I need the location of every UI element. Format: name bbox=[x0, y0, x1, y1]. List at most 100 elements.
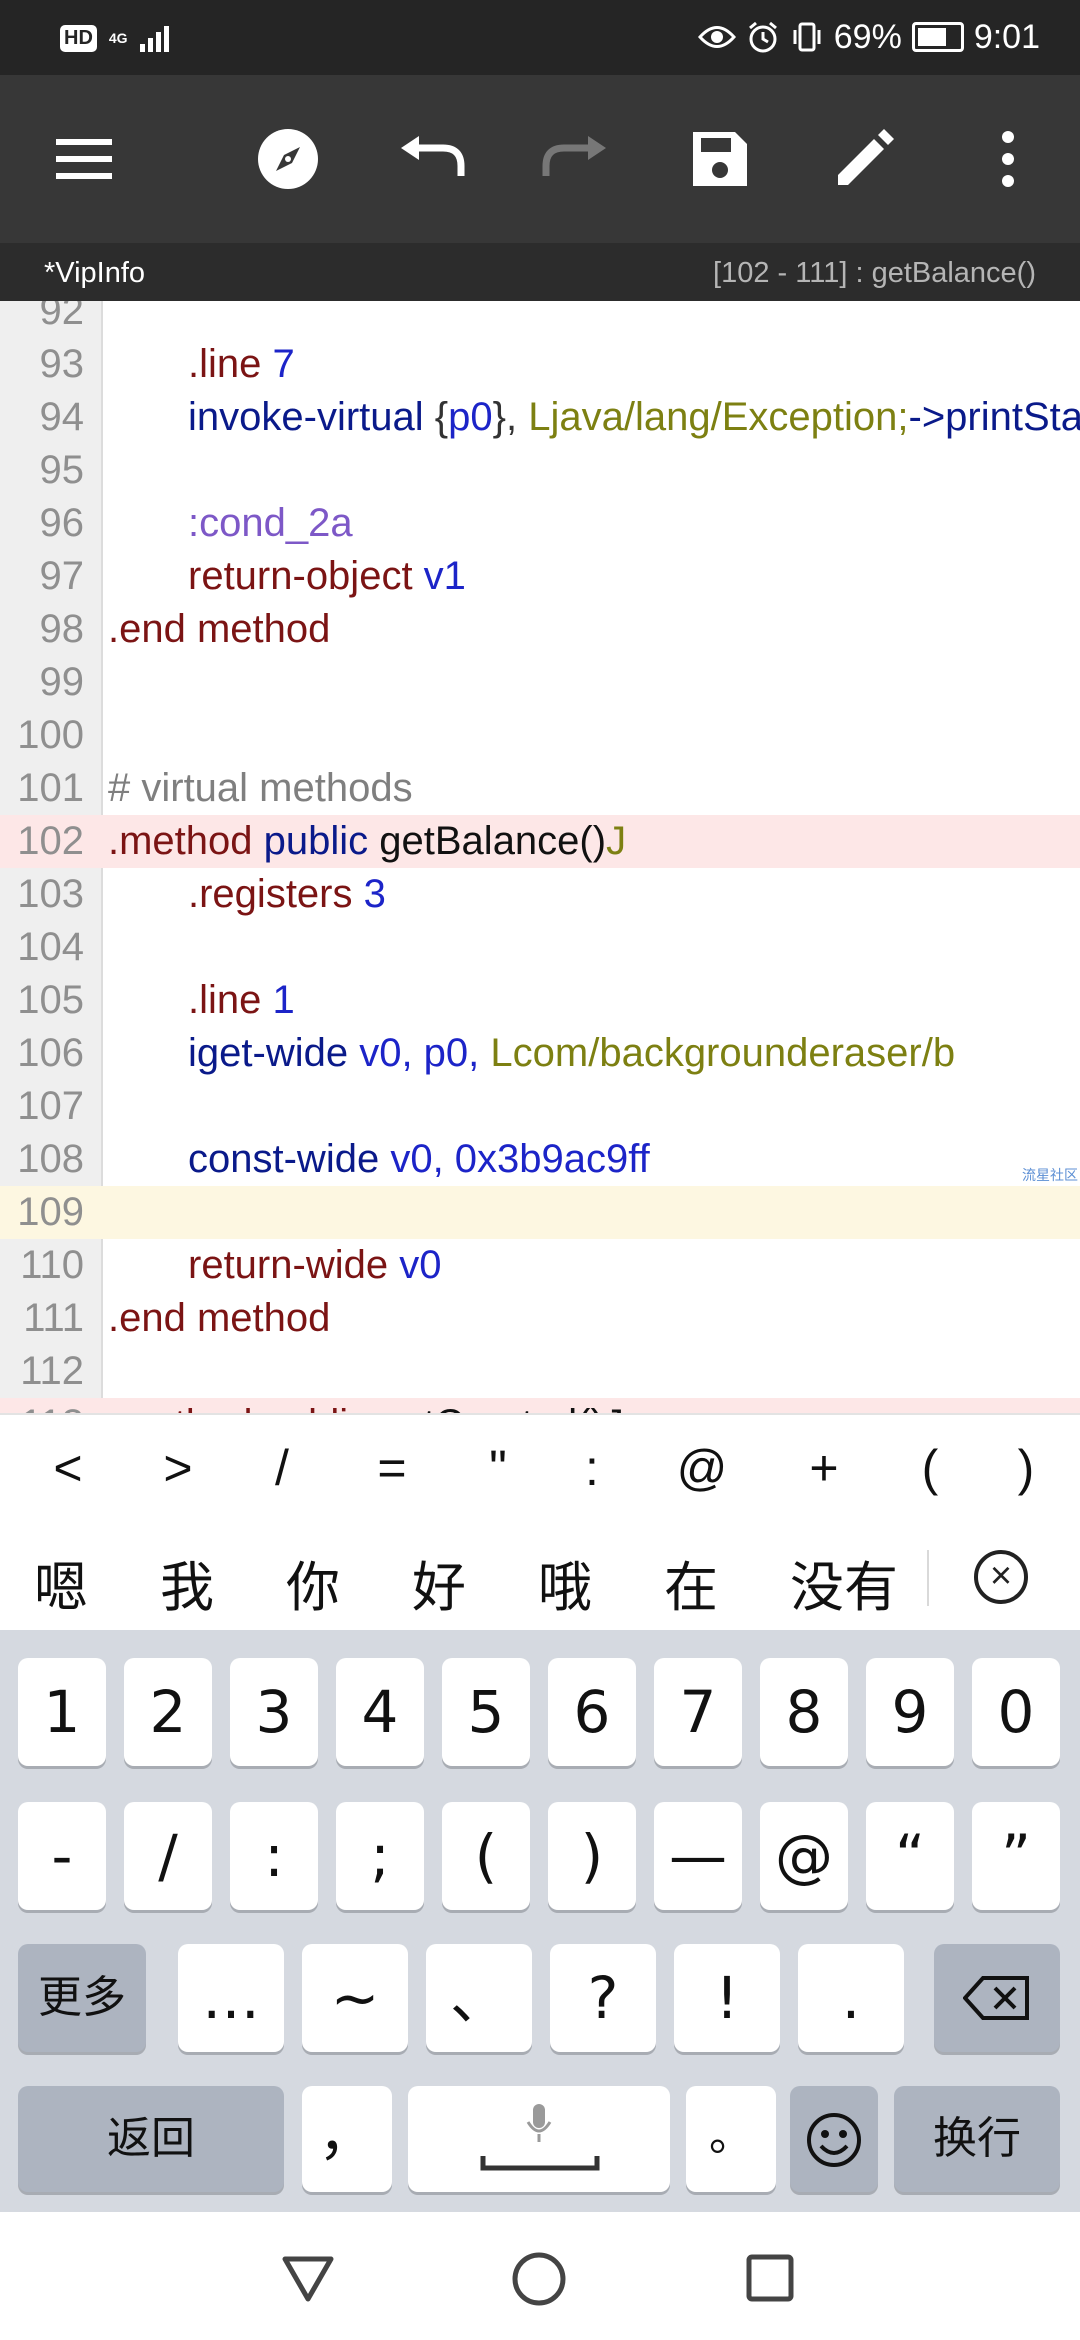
code-editor[interactable]: 92 93 .line 7 94 invoke-virtual {p0}, Ljava/… bbox=[0, 301, 1080, 1413]
candidate-word[interactable]: 哦 bbox=[538, 1543, 592, 1622]
enter-key[interactable]: 换行 bbox=[894, 2086, 1060, 2192]
code-line[interactable]: 95 bbox=[0, 444, 1080, 497]
symbol-key[interactable]: @ bbox=[662, 1439, 742, 1497]
key[interactable]: 3 bbox=[230, 1658, 318, 1766]
more-vert-icon[interactable] bbox=[970, 121, 1046, 197]
candidate-word[interactable]: 嗯 bbox=[34, 1543, 88, 1622]
code-line[interactable]: 105 .line 1 bbox=[0, 974, 1080, 1027]
code-line[interactable]: 104 bbox=[0, 921, 1080, 974]
code-line[interactable]: 98 .end method bbox=[0, 603, 1080, 656]
home-nav-icon[interactable] bbox=[512, 2252, 566, 2306]
line-number: 101 bbox=[17, 766, 84, 810]
candidate-word[interactable]: 好 bbox=[412, 1543, 466, 1622]
redo-icon[interactable] bbox=[537, 121, 613, 197]
key[interactable]: ” bbox=[972, 1802, 1060, 1910]
code-line[interactable]: 113 .method public getCreated()J bbox=[0, 1398, 1080, 1413]
line-number: 110 bbox=[20, 1243, 84, 1287]
symbol-key[interactable]: > bbox=[138, 1439, 218, 1497]
key[interactable]: : bbox=[230, 1802, 318, 1910]
menu-icon[interactable] bbox=[46, 121, 122, 197]
code-line[interactable]: 109 bbox=[0, 1186, 1080, 1239]
comma-key[interactable]: ， bbox=[302, 2086, 392, 2192]
symbol-key[interactable]: / bbox=[242, 1439, 322, 1497]
key[interactable]: ) bbox=[548, 1802, 636, 1910]
line-number: 113 bbox=[0, 1398, 84, 1413]
key[interactable]: ; bbox=[336, 1802, 424, 1910]
pencil-icon[interactable] bbox=[826, 121, 902, 197]
code-token: 1 bbox=[261, 978, 295, 1022]
code-token: ->printStackTrace()V bbox=[908, 395, 1080, 439]
recents-nav-icon[interactable] bbox=[746, 2254, 794, 2302]
symbol-key[interactable]: < bbox=[28, 1439, 108, 1497]
symbol-key[interactable]: " bbox=[458, 1439, 538, 1497]
candidate-word[interactable]: 在 bbox=[664, 1543, 718, 1622]
code-line[interactable]: 101 # virtual methods bbox=[0, 762, 1080, 815]
key[interactable]: 1 bbox=[18, 1658, 106, 1766]
code-line[interactable]: 103 .registers 3 bbox=[0, 868, 1080, 921]
code-line[interactable]: 93 .line 7 bbox=[0, 338, 1080, 391]
key[interactable]: “ bbox=[866, 1802, 954, 1910]
code-line[interactable]: 96:cond_2a bbox=[0, 497, 1080, 550]
key[interactable]: . bbox=[798, 1944, 904, 2052]
key[interactable]: 、 bbox=[426, 1944, 532, 2052]
code-line[interactable]: 110 return-wide v0 bbox=[0, 1239, 1080, 1292]
back-key[interactable]: 返回 bbox=[18, 2086, 284, 2192]
key[interactable]: / bbox=[124, 1802, 212, 1910]
code-line[interactable]: 94 invoke-virtual {p0}, Ljava/lang/Except… bbox=[0, 391, 1080, 444]
more-symbols-key[interactable]: 更多 bbox=[18, 1944, 146, 2052]
save-icon[interactable] bbox=[682, 121, 758, 197]
key[interactable]: 4 bbox=[336, 1658, 424, 1766]
key[interactable]: 0 bbox=[972, 1658, 1060, 1766]
emoji-key[interactable] bbox=[790, 2086, 878, 2192]
key[interactable]: … bbox=[178, 1944, 284, 2052]
backspace-key[interactable] bbox=[934, 1944, 1060, 2052]
code-line[interactable]: 111 .end method bbox=[0, 1292, 1080, 1345]
file-tab-title[interactable]: *VipInfo bbox=[44, 257, 145, 290]
candidate-word[interactable]: 你 bbox=[286, 1543, 340, 1622]
key[interactable]: 6 bbox=[548, 1658, 636, 1766]
code-line[interactable]: 102 .method public getBalance()J bbox=[0, 815, 1080, 868]
compass-icon[interactable] bbox=[250, 121, 326, 197]
close-candidates-icon[interactable]: × bbox=[974, 1550, 1028, 1604]
line-number: 95 bbox=[39, 448, 85, 492]
symbol-key[interactable]: ( bbox=[890, 1439, 970, 1497]
code-line[interactable]: 108 const-wide v0, 0x3b9ac9ff bbox=[0, 1133, 1080, 1186]
key[interactable]: 5 bbox=[442, 1658, 530, 1766]
period-key[interactable]: 。 bbox=[686, 2086, 776, 2192]
key[interactable]: - bbox=[18, 1802, 106, 1910]
key[interactable]: 7 bbox=[654, 1658, 742, 1766]
status-right: 69% 9:01 bbox=[697, 14, 1040, 60]
space-bar-icon bbox=[480, 2156, 600, 2171]
key[interactable]: ? bbox=[550, 1944, 656, 2052]
code-line[interactable]: 112 bbox=[0, 1345, 1080, 1398]
code-line[interactable]: 97 return-object v1 bbox=[0, 550, 1080, 603]
line-number: 104 bbox=[17, 925, 84, 969]
code-text: :cond_2a bbox=[108, 497, 353, 550]
key[interactable]: 8 bbox=[760, 1658, 848, 1766]
undo-icon[interactable] bbox=[394, 121, 470, 197]
key[interactable]: ! bbox=[674, 1944, 780, 2052]
key[interactable]: — bbox=[654, 1802, 742, 1910]
candidate-word[interactable]: 我 bbox=[160, 1543, 214, 1622]
code-token: p0, bbox=[412, 1031, 480, 1075]
candidate-word[interactable]: 没有 bbox=[790, 1543, 898, 1622]
code-line[interactable]: 92 bbox=[0, 301, 1080, 338]
key[interactable]: 2 bbox=[124, 1658, 212, 1766]
space-key[interactable] bbox=[408, 2086, 670, 2192]
key[interactable]: ( bbox=[442, 1802, 530, 1910]
back-nav-icon[interactable] bbox=[282, 2256, 334, 2302]
symbol-key[interactable]: : bbox=[552, 1439, 632, 1497]
code-text: .line 7 bbox=[108, 338, 295, 391]
symbol-key[interactable]: ) bbox=[986, 1439, 1066, 1497]
system-nav-bar bbox=[0, 2212, 1080, 2340]
key[interactable]: ~ bbox=[302, 1944, 408, 2052]
symbol-key[interactable]: + bbox=[784, 1439, 864, 1497]
key[interactable]: @ bbox=[760, 1802, 848, 1910]
code-line[interactable]: 107 bbox=[0, 1080, 1080, 1133]
code-text: .method public getBalance()J bbox=[108, 815, 626, 868]
code-line[interactable]: 100 bbox=[0, 709, 1080, 762]
key[interactable]: 9 bbox=[866, 1658, 954, 1766]
code-line[interactable]: 106 iget-wide v0, p0, Lcom/backgrounderas… bbox=[0, 1027, 1080, 1080]
code-line[interactable]: 99 bbox=[0, 656, 1080, 709]
symbol-key[interactable]: = bbox=[352, 1439, 432, 1497]
